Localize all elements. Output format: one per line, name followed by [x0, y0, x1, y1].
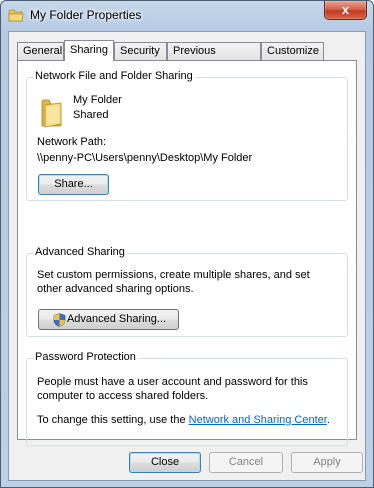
tab-customize[interactable]: Customize: [261, 42, 324, 60]
password-protection-group: Password Protection People must have a u…: [26, 351, 348, 446]
advanced-sharing-button-label: Advanced Sharing...: [66, 313, 167, 325]
change-setting-text: To change this setting, use the Network …: [37, 414, 330, 426]
network-sharing-group: Network File and Folder Sharing My Folde…: [26, 70, 348, 201]
group-title: Advanced Sharing: [33, 246, 127, 258]
change-setting-prefix: To change this setting, use the: [37, 414, 189, 426]
title-bar[interactable]: My Folder Properties x: [1, 1, 373, 31]
window-title: My Folder Properties: [30, 8, 142, 22]
close-button[interactable]: Close: [129, 452, 201, 473]
change-setting-suffix: .: [326, 414, 330, 426]
cancel-button[interactable]: Cancel: [209, 452, 283, 473]
share-status: Shared: [73, 109, 109, 121]
folder-name: My Folder: [73, 94, 122, 106]
tab-previous-versions[interactable]: Previous Versions: [167, 42, 261, 73]
tab-sharing[interactable]: Sharing: [64, 40, 114, 61]
tab-general[interactable]: General: [17, 42, 64, 60]
folder-icon: [39, 98, 65, 128]
network-path-value: \\penny-PC\Users\penny\Desktop\My Folder: [37, 152, 253, 164]
advanced-sharing-button[interactable]: Advanced Sharing...: [38, 309, 179, 330]
properties-window: My Folder Properties x General Sharing S…: [0, 0, 374, 488]
close-window-button[interactable]: x: [324, 1, 367, 20]
dialog-client: General Sharing Security Previous Versio…: [8, 31, 366, 481]
tab-strip: General Sharing Security Previous Versio…: [17, 40, 357, 73]
advanced-sharing-group: Advanced Sharing Set custom permissions,…: [26, 246, 348, 337]
password-protection-description: People must have a user account and pass…: [37, 376, 308, 402]
sharing-tab-page: Network File and Folder Sharing My Folde…: [17, 60, 357, 446]
share-button[interactable]: Share...: [38, 174, 109, 195]
advanced-sharing-description: Set custom permissions, create multiple …: [37, 269, 310, 295]
tab-security[interactable]: Security: [114, 42, 167, 60]
network-sharing-center-link[interactable]: Network and Sharing Center: [189, 414, 327, 426]
folder-icon: [8, 8, 24, 22]
group-title: Network File and Folder Sharing: [33, 70, 195, 82]
group-title: Password Protection: [33, 351, 138, 363]
apply-button[interactable]: Apply: [291, 452, 363, 473]
uac-shield-icon: [53, 313, 66, 327]
network-path-label: Network Path:: [37, 136, 107, 148]
